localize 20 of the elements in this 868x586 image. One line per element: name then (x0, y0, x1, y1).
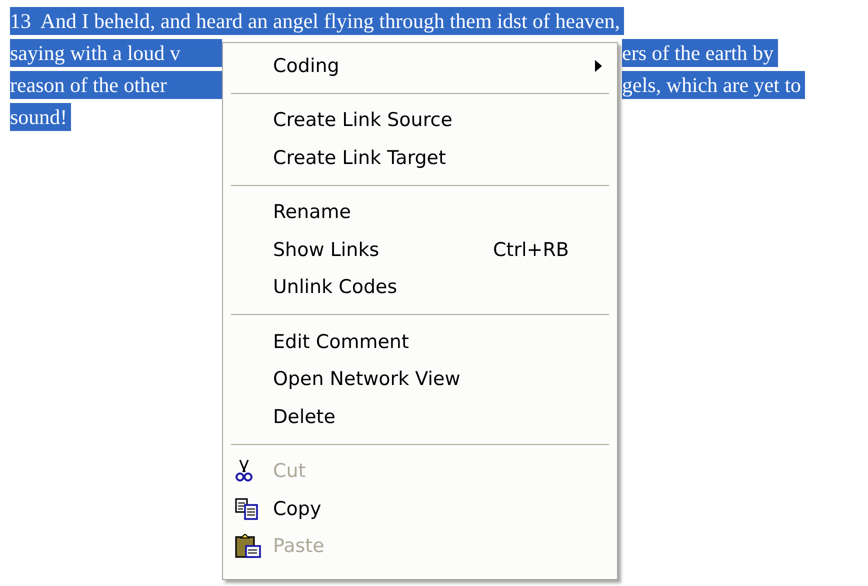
clipboard-icon (235, 534, 261, 558)
menu-item[interactable]: Copy (223, 490, 617, 528)
menu-item[interactable]: Rename (223, 194, 617, 231)
menu-item[interactable]: Edit Comment (223, 323, 617, 360)
submenu-arrow-icon (595, 60, 602, 72)
menu-item[interactable]: Create Link Source (223, 102, 617, 139)
selected-text: saying with a loud v (10, 39, 222, 67)
menu-item[interactable]: Open Network View (223, 360, 617, 398)
menu-item[interactable]: Create Link Target (223, 139, 617, 176)
menu-item[interactable]: Show Links Ctrl+RB (223, 231, 617, 268)
selected-text: 13 And I beheld, and heard an angel flying through them idst of heaven, (10, 7, 624, 35)
selected-text: gels, which are yet to (622, 71, 806, 99)
selected-text: sound! (10, 103, 72, 131)
selected-text: ers of the earth by (622, 39, 778, 67)
copy-icon (235, 498, 259, 520)
selected-text: reason of the other (10, 71, 222, 99)
scissors-icon (235, 459, 253, 484)
menu-item[interactable]: Delete (223, 398, 617, 436)
menu-item[interactable]: Unlink Codes (223, 268, 617, 306)
menu-item[interactable]: Coding (223, 47, 617, 84)
